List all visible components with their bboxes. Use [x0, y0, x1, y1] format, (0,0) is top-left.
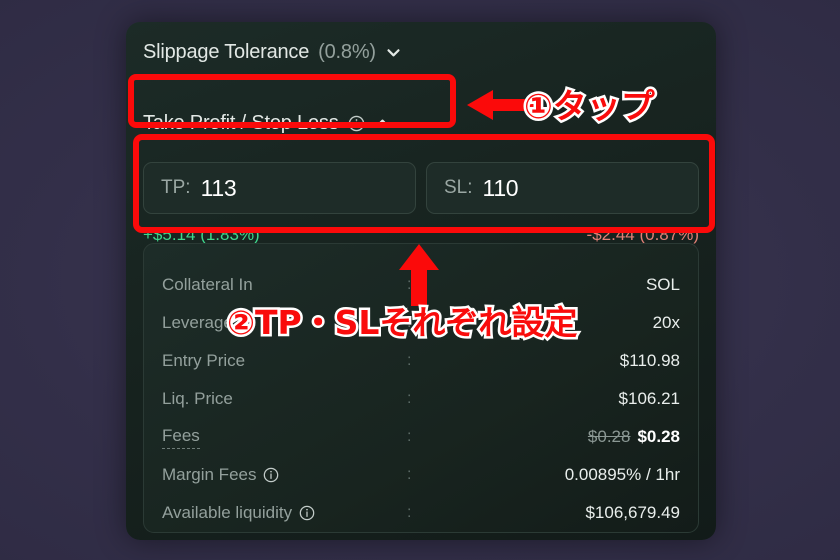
take-profit-input[interactable]: TP: 113: [143, 162, 416, 214]
detail-value-original: $0.28: [587, 427, 631, 446]
detail-label: Margin Fees: [162, 465, 279, 485]
detail-value-discounted: $0.28: [637, 427, 680, 446]
detail-separator: :: [407, 352, 412, 369]
annotation-step-2-text: ②TP・SLそれぞれ設定: [224, 301, 579, 345]
stop-loss-input[interactable]: SL: 110: [426, 162, 699, 214]
detail-separator: :: [407, 466, 412, 483]
take-profit-stop-loss-toggle[interactable]: Take Profit / Stop Loss: [143, 100, 391, 146]
take-profit-input-label: TP:: [161, 177, 191, 198]
detail-separator: :: [407, 428, 412, 445]
slippage-tolerance-label: Slippage Tolerance: [143, 40, 310, 63]
detail-label: Leverage: [162, 313, 233, 332]
stop-loss-input-label: SL:: [444, 177, 473, 198]
detail-value: 20x: [652, 313, 680, 332]
pnl-estimate-row: +$5.14 (1.83%) -$2.44 (0.87%): [143, 225, 699, 245]
detail-row-fees: Fees : $0.28 $0.28: [162, 418, 680, 456]
detail-label: Collateral In: [162, 275, 253, 294]
take-profit-input-value: 113: [200, 174, 237, 201]
detail-label: Entry Price: [162, 351, 246, 370]
slippage-tolerance-row[interactable]: Slippage Tolerance (0.8%): [143, 36, 402, 68]
info-circle-icon[interactable]: [299, 505, 315, 521]
detail-row-entry-price: Entry Price : $110.98: [162, 342, 680, 380]
chevron-up-icon[interactable]: [374, 115, 391, 132]
detail-label: Liq. Price: [162, 389, 233, 408]
info-circle-icon[interactable]: [348, 115, 365, 132]
stop-loss-pnl-value: -$2.44 (0.87%): [586, 225, 699, 244]
detail-value: 0.00895% / 1hr: [564, 465, 680, 484]
stop-loss-input-value: 110: [482, 174, 519, 201]
annotation-step-1-text: ①タップ: [522, 85, 658, 130]
chevron-down-icon[interactable]: [385, 44, 402, 61]
detail-label[interactable]: Fees: [162, 426, 200, 449]
take-profit-pnl-value: +$5.14 (1.83%): [143, 225, 260, 244]
detail-value: $0.28 $0.28: [588, 427, 680, 447]
detail-label: Available liquidity: [162, 503, 315, 523]
detail-value: $106,679.49: [585, 503, 680, 522]
detail-row-available-liquidity: Available liquidity : $106,679.49: [162, 494, 680, 532]
detail-value: $106.21: [618, 389, 680, 408]
detail-row-liq-price: Liq. Price : $106.21: [162, 380, 680, 418]
slippage-tolerance-value: (0.8%): [318, 40, 376, 63]
detail-value: SOL: [645, 275, 680, 294]
detail-separator: :: [407, 504, 412, 521]
detail-separator: :: [407, 390, 412, 407]
detail-value: $110.98: [619, 351, 680, 370]
info-circle-icon[interactable]: [263, 467, 279, 483]
tp-sl-inputs-row: TP: 113 SL: 110: [143, 162, 699, 214]
take-profit-stop-loss-label: Take Profit / Stop Loss: [143, 111, 339, 134]
detail-row-margin-fees: Margin Fees : 0.00895% / 1hr: [162, 456, 680, 494]
